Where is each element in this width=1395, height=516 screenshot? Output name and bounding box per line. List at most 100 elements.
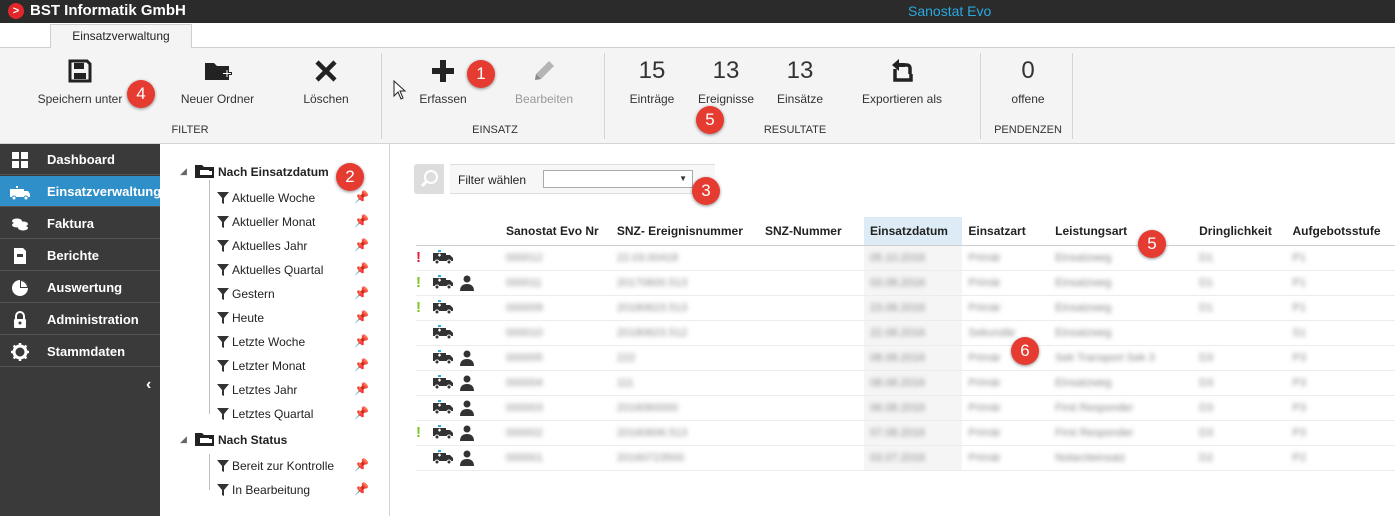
nav-item-stammdaten[interactable]: Stammdaten xyxy=(0,336,160,367)
cell-value: 000001 xyxy=(506,451,543,464)
pin-icon[interactable]: 📌 xyxy=(354,310,369,324)
tab-einsatzverwaltung[interactable]: Einsatzverwaltung xyxy=(50,24,192,49)
cell-value: 06.08.2016 xyxy=(869,401,925,414)
table-cell: Primär xyxy=(962,245,1050,271)
cell-value: P3 xyxy=(1292,426,1306,439)
column-header[interactable]: Sanostat Evo Nr xyxy=(500,217,611,246)
table-cell: Primär xyxy=(962,295,1050,321)
filter-funnel-icon xyxy=(217,336,229,348)
cell-value: P3 xyxy=(1292,401,1306,414)
search-button[interactable] xyxy=(414,164,444,194)
table-row[interactable]: 000003 2016060000 06.08.2016 Primär First Re… xyxy=(416,395,1395,421)
pin-icon[interactable]: 📌 xyxy=(354,458,369,472)
operations-counter[interactable]: 13 Einsätze xyxy=(770,56,830,106)
delete-button[interactable]: Löschen xyxy=(296,56,356,106)
table-cell: Einsatzweg xyxy=(1049,370,1194,396)
table-cell: D3 xyxy=(1193,345,1287,371)
column-header[interactable]: Aufgebotsstufe xyxy=(1286,217,1395,246)
table-cell: 2016060000 xyxy=(610,395,759,421)
column-header[interactable]: SNZ-Nummer xyxy=(758,217,864,246)
table-row[interactable]: ! 000002 20160606.513 07.08.2016 Primär First… xyxy=(416,420,1395,446)
pin-icon[interactable]: 📌 xyxy=(354,406,369,420)
cell-value: Einsatzweg xyxy=(1055,376,1112,389)
pin-icon[interactable]: 📌 xyxy=(354,382,369,396)
nav-item-administration[interactable]: Administration xyxy=(0,304,160,335)
filter-select[interactable]: ▼ xyxy=(543,170,693,188)
new-folder-button[interactable]: Neuer Ordner xyxy=(175,56,260,106)
table-cell: Primär xyxy=(962,420,1050,446)
einsatz-table: Sanostat Evo Nr SNZ- Ereignisnummer SNZ-… xyxy=(416,217,1395,471)
plus-icon xyxy=(432,60,454,82)
table-row[interactable]: ! 000009 20180623.513 23.08.2016 Primär Einsa… xyxy=(416,295,1395,321)
ribbon-separator xyxy=(604,53,605,139)
tree-item-label: In Bearbeitung xyxy=(232,483,311,497)
nav-item-einsatzverwaltung[interactable]: Einsatzverwaltung xyxy=(0,176,162,207)
pin-icon[interactable]: 📌 xyxy=(354,262,369,276)
table-row[interactable]: 000010 20180623.512 22.08.2016 Sekundär Eins… xyxy=(416,320,1395,346)
table-row[interactable]: 000004 111 08.08.2016 Primär Einsatzweg D3 P3 xyxy=(416,370,1395,396)
save-as-button[interactable]: Speichern unter xyxy=(35,56,125,106)
nav-item-faktura[interactable]: Faktura xyxy=(0,208,160,239)
pin-icon[interactable]: 📌 xyxy=(354,190,369,204)
nav-item-berichte[interactable]: Berichte xyxy=(0,240,160,271)
row-icons-cell: ! xyxy=(416,270,500,296)
cell-value: D1 xyxy=(1199,276,1214,289)
tree-collapse-toggle[interactable]: ◢ xyxy=(180,434,187,445)
filter-funnel-icon xyxy=(217,240,229,252)
app-name: Sanostat Evo xyxy=(908,3,992,19)
tree-item-label: Letzter Monat xyxy=(232,359,306,373)
edit-button[interactable]: Bearbeiten xyxy=(508,56,580,106)
nav-item-label: Einsatzverwaltung xyxy=(47,184,162,199)
table-cell: Einsatzweg xyxy=(1049,295,1194,321)
table-row[interactable]: 000001 20160723500 03.07.2016 Primär Notarzt… xyxy=(416,445,1395,471)
table-cell: 08.08.2016 xyxy=(863,370,963,396)
table-row[interactable]: ! 000012 22.03.00418 05.10.2016 Primär Einsat… xyxy=(416,245,1395,271)
pin-icon[interactable]: 📌 xyxy=(354,214,369,228)
pin-icon[interactable]: 📌 xyxy=(354,482,369,496)
table-cell xyxy=(758,270,864,296)
entries-count: 15 xyxy=(638,57,666,84)
callout-badge: 1 xyxy=(467,60,495,88)
column-header-sorted[interactable]: Einsatzdatum xyxy=(863,217,963,246)
tree-collapse-toggle[interactable]: ◢ xyxy=(180,166,187,177)
group-label-resultate: RESULTATE xyxy=(763,124,827,136)
table-row[interactable]: ! 000011 20170600.513 03.08.2016 Primär Einsa… xyxy=(416,270,1395,296)
pin-icon[interactable]: 📌 xyxy=(354,358,369,372)
cell-value: Primär xyxy=(968,251,1001,264)
cell-value: 222 xyxy=(616,351,636,364)
nav-item-label: Stammdaten xyxy=(47,344,126,359)
table-cell xyxy=(758,370,864,396)
entries-counter[interactable]: 15 Einträge xyxy=(622,56,682,106)
table-cell: P1 xyxy=(1286,270,1395,296)
column-header[interactable]: Leistungsart xyxy=(1049,217,1194,246)
cell-value: First Responder xyxy=(1055,426,1134,439)
coins-icon xyxy=(12,218,28,231)
nav-item-dashboard[interactable]: Dashboard xyxy=(0,144,160,175)
priority-flag: ! xyxy=(416,423,421,441)
collapse-nav-button[interactable]: ‹ xyxy=(146,376,151,394)
tree-group-status[interactable]: Nach Status xyxy=(218,433,287,447)
table-cell: 000009 xyxy=(500,295,611,321)
pin-icon[interactable]: 📌 xyxy=(354,334,369,348)
export-button[interactable]: Exportieren als xyxy=(852,56,952,106)
open-pending-counter[interactable]: 0 offene xyxy=(998,56,1058,106)
table-row[interactable]: 000005 222 08.08.2016 Primär Sek Transport S… xyxy=(416,345,1395,371)
table-cell: First Responder xyxy=(1049,395,1194,421)
pin-icon[interactable]: 📌 xyxy=(354,286,369,300)
column-header[interactable]: Einsatzart xyxy=(962,217,1050,246)
ambulance-icon xyxy=(433,349,453,364)
events-counter[interactable]: 13 Ereignisse xyxy=(692,56,760,106)
nav-item-auswertung[interactable]: Auswertung xyxy=(0,272,160,303)
pin-icon[interactable]: 📌 xyxy=(354,238,369,252)
create-button[interactable]: Erfassen xyxy=(413,56,473,106)
column-header[interactable]: Dringlichkeit xyxy=(1193,217,1287,246)
table-cell: 06.08.2016 xyxy=(863,395,963,421)
table-cell: D2 xyxy=(1193,445,1287,471)
column-header[interactable]: SNZ- Ereignisnummer xyxy=(610,217,759,246)
tree-group-einsatzdatum[interactable]: Nach Einsatzdatum xyxy=(218,165,329,179)
cell-value: Primär xyxy=(968,401,1001,414)
filter-funnel-icon xyxy=(217,408,229,420)
table-cell: 000010 xyxy=(500,320,611,346)
chevron-down-icon: ▼ xyxy=(679,174,687,183)
table-cell: 20180623.512 xyxy=(610,320,759,346)
